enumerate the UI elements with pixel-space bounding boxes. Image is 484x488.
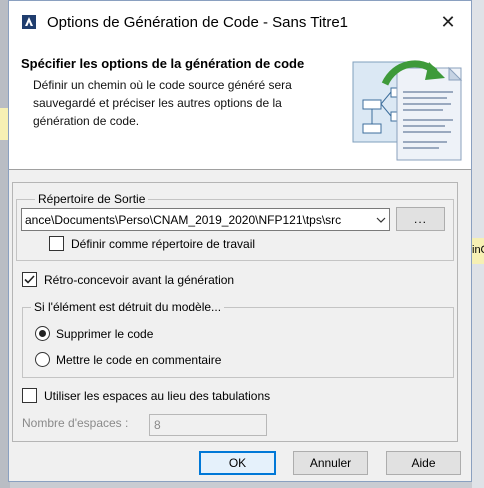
- chevron-down-icon[interactable]: [373, 209, 389, 230]
- background-note-right: inC: [472, 238, 484, 264]
- reverse-engineer-checkbox[interactable]: [22, 272, 37, 287]
- comment-code-radio[interactable]: [35, 352, 50, 367]
- working-dir-checkbox[interactable]: [49, 236, 64, 251]
- checkmark-icon: [24, 275, 35, 284]
- help-button[interactable]: Aide: [386, 451, 461, 475]
- comment-code-option[interactable]: Mettre le code en commentaire: [35, 352, 221, 367]
- app-logo-icon: [21, 14, 37, 30]
- header-description: Définir un chemin où le code source géné…: [33, 78, 292, 128]
- delete-code-label: Supprimer le code: [56, 326, 154, 341]
- radio-selected-dot: [39, 330, 46, 337]
- output-path-value: ance\Documents\Perso\CNAM_2019_2020\NFP1…: [25, 212, 342, 227]
- delete-code-option[interactable]: Supprimer le code: [35, 326, 153, 341]
- code-generation-illustration-icon: [352, 60, 463, 161]
- title-bar[interactable]: Options de Génération de Code - Sans Tit…: [9, 1, 471, 43]
- working-dir-option[interactable]: Définir comme répertoire de travail: [49, 236, 255, 251]
- spaces-count-label: Nombre d'espaces :: [22, 416, 129, 430]
- working-dir-label: Définir comme répertoire de travail: [71, 236, 256, 251]
- window-title: Options de Génération de Code - Sans Tit…: [47, 13, 349, 31]
- output-directory-legend: Répertoire de Sortie: [35, 192, 149, 206]
- comment-code-label: Mettre le code en commentaire: [56, 352, 222, 367]
- spaces-count-field[interactable]: 8: [149, 414, 267, 436]
- delete-code-radio[interactable]: [35, 326, 50, 341]
- cancel-button[interactable]: Annuler: [293, 451, 368, 475]
- use-spaces-checkbox[interactable]: [22, 388, 37, 403]
- use-spaces-label: Utiliser les espaces au lieu des tabulat…: [44, 388, 271, 403]
- on-delete-group: Si l'élément est détruit du modèle...: [22, 300, 454, 378]
- use-spaces-option[interactable]: Utiliser les espaces au lieu des tabulat…: [22, 388, 270, 403]
- output-path-combobox[interactable]: ance\Documents\Perso\CNAM_2019_2020\NFP1…: [21, 208, 390, 231]
- reverse-engineer-option[interactable]: Rétro-concevoir avant la génération: [22, 272, 234, 287]
- background-text-fragment: inC: [472, 244, 484, 256]
- close-icon[interactable]: ✕: [425, 1, 471, 43]
- on-delete-legend: Si l'élément est détruit du modèle...: [31, 300, 225, 314]
- header-title: Spécifier les options de la génération d…: [21, 56, 305, 71]
- browse-button[interactable]: ...: [396, 207, 445, 231]
- ok-button[interactable]: OK: [199, 451, 276, 475]
- reverse-engineer-label: Rétro-concevoir avant la génération: [44, 272, 235, 287]
- dialog-header: Spécifier les options de la génération d…: [9, 42, 471, 170]
